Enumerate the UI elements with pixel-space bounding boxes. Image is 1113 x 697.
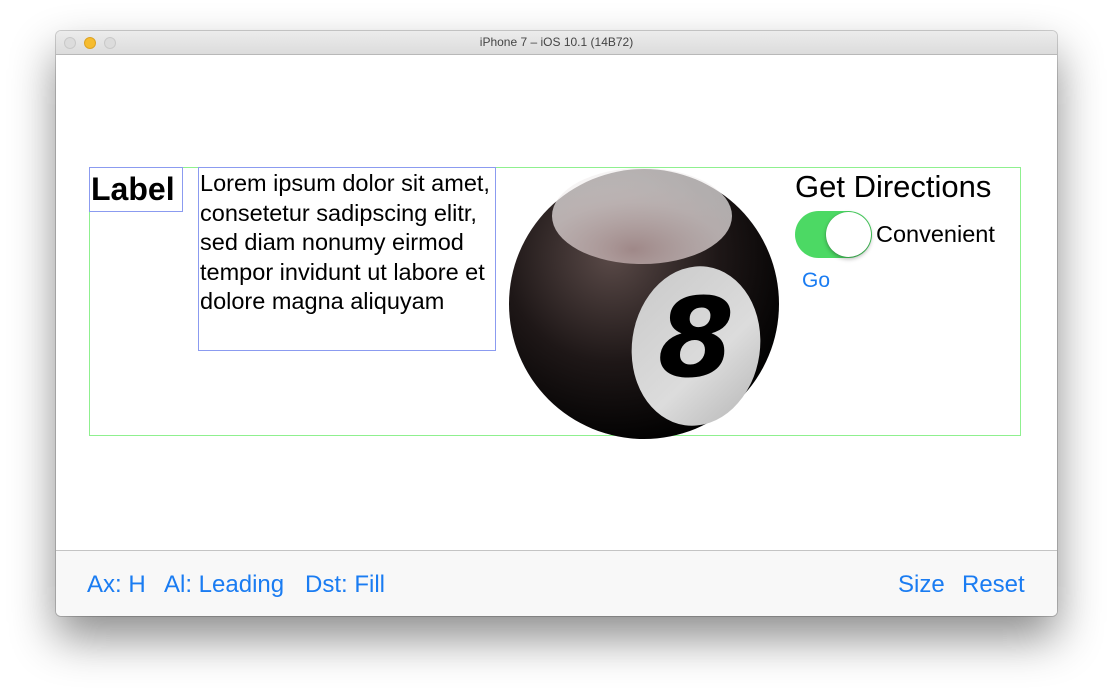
window-title: iPhone 7 – iOS 10.1 (14B72) — [479, 35, 634, 49]
lorem-paragraph: Lorem ipsum dolor sit amet, consetetur s… — [198, 167, 496, 351]
axis-button[interactable]: Ax: H — [87, 571, 146, 599]
simulator-window: iPhone 7 – iOS 10.1 (14B72) Label Lorem … — [56, 31, 1057, 616]
app-content: Label Lorem ipsum dolor sit amet, conset… — [56, 55, 1057, 550]
get-directions-title: Get Directions — [795, 169, 992, 204]
ball-number: 8 — [658, 274, 735, 402]
bottom-toolbar: Ax: H Al: Leading Dst: Fill Size Reset — [56, 550, 1057, 616]
title-bar: iPhone 7 – iOS 10.1 (14B72) — [56, 31, 1057, 55]
distribution-button[interactable]: Dst: Fill — [305, 571, 385, 599]
convenient-toggle[interactable] — [795, 211, 872, 258]
reset-button[interactable]: Reset — [962, 571, 1025, 599]
convenient-label: Convenient — [876, 221, 995, 247]
toggle-knob — [826, 212, 871, 257]
size-button[interactable]: Size — [898, 571, 945, 599]
go-button[interactable]: Go — [802, 269, 830, 293]
eight-ball-image: 8 — [509, 168, 779, 439]
alignment-button[interactable]: Al: Leading — [164, 571, 284, 599]
label-text: Label — [89, 167, 183, 212]
